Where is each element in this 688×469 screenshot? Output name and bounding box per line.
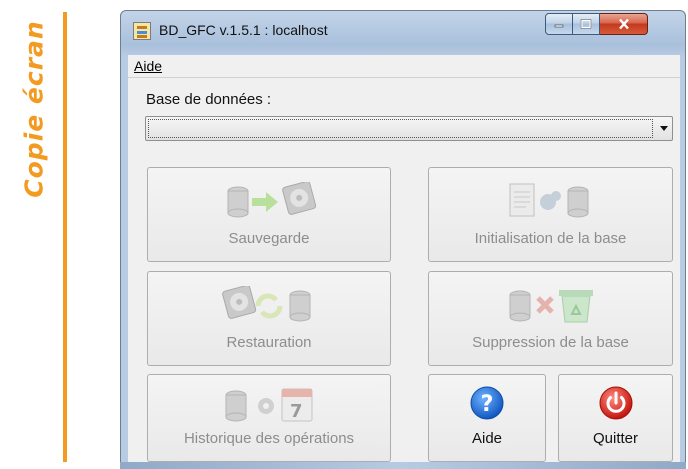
svg-text:?: ? [481, 392, 494, 417]
side-caption: Copie écran [14, 14, 54, 204]
initialize-database-icon [509, 183, 588, 218]
minimize-button[interactable] [545, 13, 573, 35]
quitter-button[interactable]: Quitter [558, 374, 673, 462]
main-panel: Base de données : Sauvegarde Initialisat… [128, 78, 680, 467]
power-icon [599, 386, 632, 420]
aide-label: Aide [471, 430, 503, 447]
suppression-label: Suppression de la base [472, 334, 629, 351]
restauration-label: Restauration [226, 334, 312, 351]
database-select-value [148, 119, 653, 138]
quitter-label: Quitter [592, 430, 638, 447]
minimize-icon [554, 24, 564, 28]
sauvegarde-label: Sauvegarde [228, 230, 310, 247]
maximize-icon [580, 19, 592, 29]
chevron-down-icon[interactable] [660, 126, 668, 131]
app-database-icon[interactable] [133, 22, 151, 40]
app-window: BD_GFC v.1.5.1 : localhost Aide Base de … [120, 10, 686, 468]
svg-text:7: 7 [290, 401, 303, 422]
database-select[interactable] [145, 116, 673, 141]
history-icon: 7 [225, 388, 313, 422]
initialisation-button[interactable]: Initialisation de la base [428, 167, 673, 262]
initialisation-label: Initialisation de la base [474, 230, 627, 247]
suppression-button[interactable]: Suppression de la base [428, 271, 673, 366]
side-caption-text: Copie écran [19, 20, 49, 198]
maximize-button[interactable] [573, 13, 600, 35]
aide-button[interactable]: ? Aide [428, 374, 546, 462]
menu-item-aide[interactable]: Aide [134, 58, 162, 74]
database-label: Base de données : [146, 91, 272, 108]
close-icon [618, 18, 629, 30]
window-title: BD_GFC v.1.5.1 : localhost [159, 22, 328, 38]
menu-bar: Aide [128, 55, 680, 78]
restauration-button[interactable]: Restauration [147, 271, 391, 366]
window-controls [545, 13, 648, 35]
title-bar[interactable]: BD_GFC v.1.5.1 : localhost [121, 11, 685, 55]
backup-icon [227, 182, 317, 218]
delete-database-icon [509, 290, 593, 323]
sauvegarde-button[interactable]: Sauvegarde [147, 167, 391, 262]
help-icon: ? [470, 386, 504, 420]
historique-button[interactable]: 7 Historique des opérations [147, 374, 391, 462]
restore-icon [222, 286, 311, 322]
window-bottom-edge [120, 462, 686, 469]
historique-label: Historique des opérations [183, 430, 355, 447]
orange-divider [63, 12, 67, 462]
close-button[interactable] [600, 13, 648, 35]
